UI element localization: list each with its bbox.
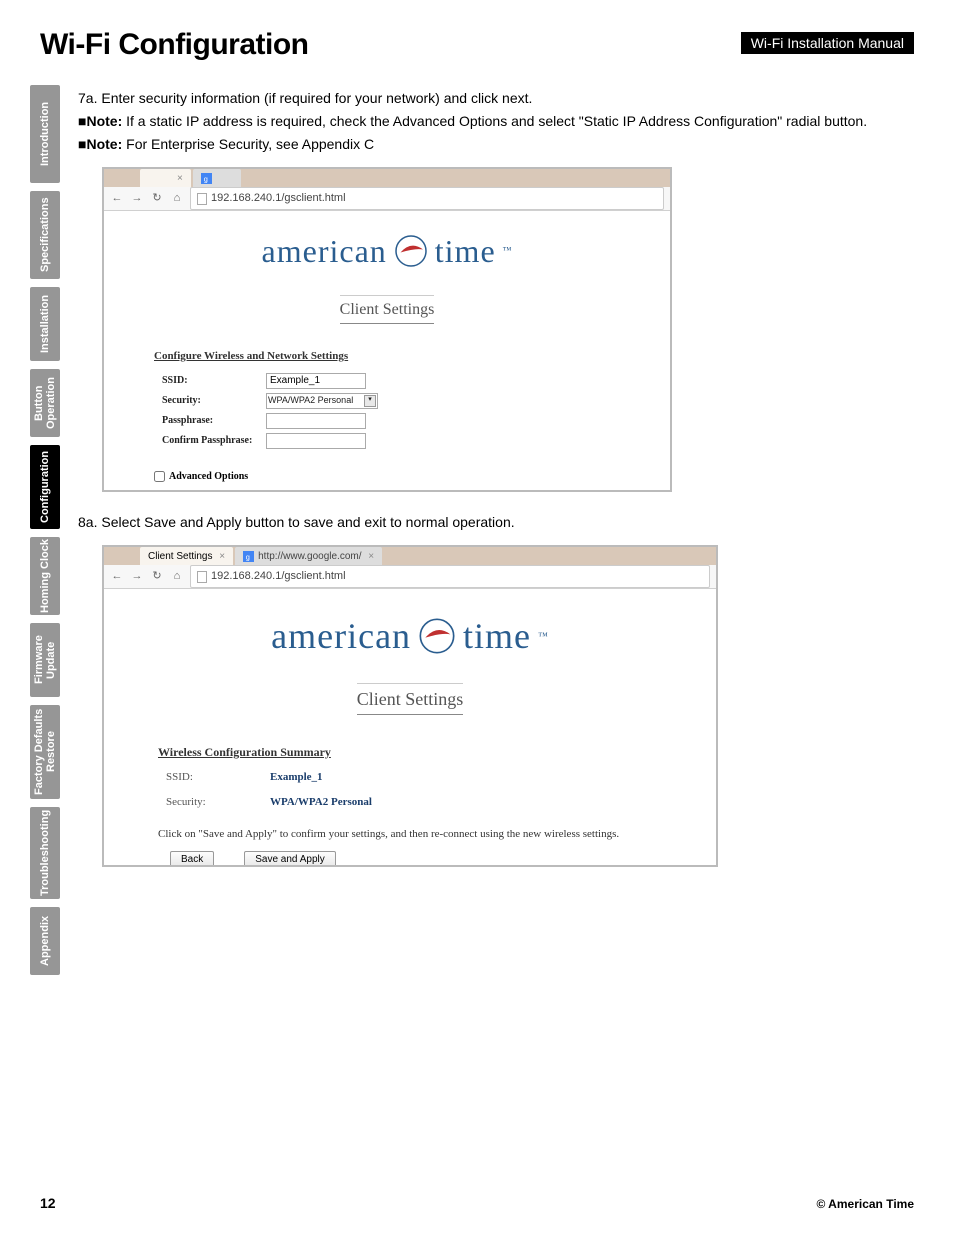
- passphrase-label: Passphrase:: [162, 413, 266, 428]
- confirm-passphrase-row: Confirm Passphrase:: [162, 433, 640, 449]
- confirm-passphrase-label: Confirm Passphrase:: [162, 433, 266, 448]
- ssid-row: SSID:: [162, 373, 640, 389]
- browser-tab[interactable]: ×: [140, 169, 191, 187]
- browser-address-bar: ← → ↻ ⌂ 192.168.240.1/gsclient.html: [104, 565, 716, 589]
- advanced-options[interactable]: Advanced Options: [154, 469, 640, 484]
- nav-tab-firmware-update[interactable]: Firmware Update: [30, 623, 60, 697]
- nav-tab-button-operation[interactable]: Button Operation: [30, 369, 60, 437]
- summary-security-row: Security: WPA/WPA2 Personal: [166, 794, 682, 811]
- url-field[interactable]: 192.168.240.1/gsclient.html: [190, 565, 710, 588]
- copyright: © American Time: [816, 1197, 914, 1211]
- browser-address-bar: ← → ↻ ⌂ 192.168.240.1/gsclient.html: [104, 187, 670, 211]
- page-body: american time™ Client Settings Configure…: [104, 211, 670, 490]
- page-title: Wi-Fi Configuration: [40, 28, 309, 62]
- button-row: Back Save and Apply: [170, 851, 682, 868]
- logo-icon: [417, 616, 457, 656]
- content-area: 7a. Enter security information (if requi…: [78, 88, 918, 887]
- google-icon: g: [243, 551, 254, 562]
- ssid-label: SSID:: [166, 769, 270, 786]
- back-button[interactable]: Back: [170, 851, 214, 868]
- page-number: 12: [40, 1195, 56, 1211]
- passphrase-row: Passphrase:: [162, 413, 640, 429]
- ssid-value: Example_1: [270, 769, 323, 786]
- browser-tab-bar: × g: [104, 169, 670, 187]
- next-button[interactable]: Next: [232, 490, 275, 493]
- manual-badge: Wi-Fi Installation Manual: [741, 32, 914, 54]
- advanced-label: Advanced Options: [169, 469, 248, 484]
- client-settings-title: Client Settings: [357, 683, 464, 715]
- save-hint: Click on "Save and Apply" to confirm you…: [158, 826, 682, 843]
- save-apply-button[interactable]: Save and Apply: [244, 851, 336, 868]
- file-icon: [197, 193, 207, 205]
- note-1: ■Note: If a static IP address is require…: [78, 111, 918, 132]
- google-icon: g: [201, 173, 212, 184]
- url-field[interactable]: 192.168.240.1/gsclient.html: [190, 187, 664, 210]
- section-title: Configure Wireless and Network Settings: [154, 348, 640, 365]
- ssid-input[interactable]: [266, 373, 366, 389]
- ssid-label: SSID:: [162, 373, 266, 388]
- back-icon[interactable]: ←: [110, 570, 124, 584]
- browser-tab-bar: Client Settings × ghttp://www.google.com…: [104, 547, 716, 565]
- section-summary-title: Wireless Configuration Summary: [158, 743, 682, 761]
- confirm-passphrase-input[interactable]: [266, 433, 366, 449]
- back-icon[interactable]: ←: [110, 192, 124, 206]
- side-tabs: Introduction Specifications Installation Bu…: [30, 85, 60, 975]
- forward-icon[interactable]: →: [130, 570, 144, 584]
- button-row: Back Next: [164, 490, 640, 493]
- logo: american time™: [134, 227, 640, 275]
- reload-icon[interactable]: ↻: [150, 570, 164, 584]
- home-icon[interactable]: ⌂: [170, 192, 184, 206]
- step-7a: 7a. Enter security information (if requi…: [78, 88, 918, 109]
- browser-tab-client[interactable]: Client Settings ×: [140, 547, 233, 565]
- logo: american time™: [138, 609, 682, 663]
- nav-tab-introduction[interactable]: Introduction: [30, 85, 60, 183]
- chevron-down-icon: ▾: [364, 395, 376, 407]
- nav-tab-specifications[interactable]: Specifications: [30, 191, 60, 279]
- browser-tab-google[interactable]: ghttp://www.google.com/ ×: [235, 547, 382, 565]
- screenshot-config-summary: Client Settings × ghttp://www.google.com…: [102, 545, 718, 867]
- browser-tab-2[interactable]: g: [193, 169, 241, 187]
- advanced-checkbox[interactable]: [154, 471, 165, 482]
- page-body: american time™ Client Settings Wireless …: [104, 589, 716, 865]
- reload-icon[interactable]: ↻: [150, 192, 164, 206]
- svg-text:g: g: [246, 552, 250, 561]
- security-row: Security: WPA/WPA2 Personal▾: [162, 393, 640, 409]
- nav-tab-installation[interactable]: Installation: [30, 287, 60, 361]
- note-2: ■Note: For Enterprise Security, see Appe…: [78, 134, 918, 155]
- back-button[interactable]: Back: [164, 490, 208, 493]
- client-settings-title: Client Settings: [340, 295, 435, 324]
- home-icon[interactable]: ⌂: [170, 570, 184, 584]
- forward-icon[interactable]: →: [130, 192, 144, 206]
- logo-icon: [393, 233, 429, 269]
- passphrase-input[interactable]: [266, 413, 366, 429]
- nav-tab-appendix[interactable]: Appendix: [30, 907, 60, 975]
- nav-tab-configuration[interactable]: Configuration: [30, 445, 60, 529]
- svg-text:g: g: [204, 174, 208, 183]
- security-label: Security:: [162, 393, 266, 408]
- nav-tab-homing-clock[interactable]: Homing Clock: [30, 537, 60, 615]
- screenshot-client-settings-form: × g ← → ↻ ⌂ 192.168.240.1/gsclient.html …: [102, 167, 672, 492]
- security-label: Security:: [166, 794, 270, 811]
- file-icon: [197, 571, 207, 583]
- summary-ssid-row: SSID: Example_1: [166, 769, 682, 786]
- nav-tab-factory-defaults-restore[interactable]: Factory Defaults Restore: [30, 705, 60, 799]
- security-value: WPA/WPA2 Personal: [270, 794, 372, 811]
- nav-tab-troubleshooting[interactable]: Troubleshooting: [30, 807, 60, 899]
- step-8a: 8a. Select Save and Apply button to save…: [78, 512, 918, 533]
- security-select[interactable]: WPA/WPA2 Personal▾: [266, 393, 378, 409]
